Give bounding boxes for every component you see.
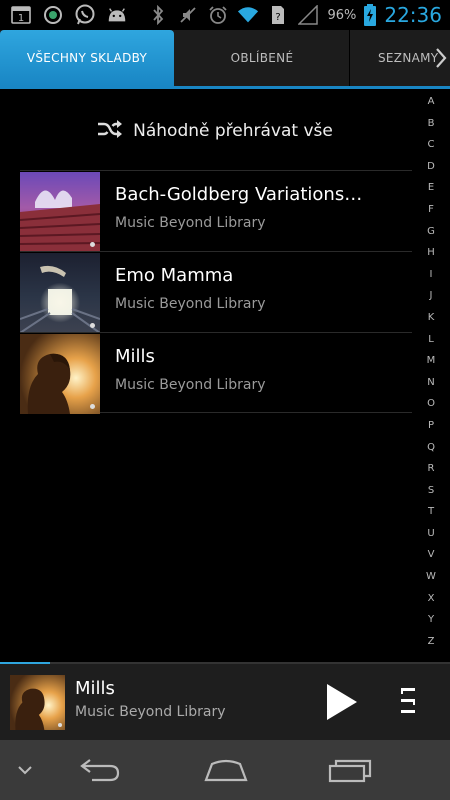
tab-bar: VŠECHNY SKLADBY OBLÍBENÉ SEZNAMY bbox=[0, 30, 450, 86]
song-row[interactable]: Emo Mamma Music Beyond Library bbox=[20, 251, 412, 333]
navigation-bar bbox=[0, 740, 450, 800]
now-playing-title: Mills bbox=[75, 678, 115, 699]
alphabet-letter[interactable]: D bbox=[418, 159, 444, 181]
svg-text:?: ? bbox=[276, 12, 281, 23]
now-playing-artist: Music Beyond Library bbox=[75, 704, 226, 720]
song-list: Bach-Goldberg Variations… Music Beyond L… bbox=[20, 170, 412, 414]
alphabet-letter[interactable]: M bbox=[418, 353, 444, 375]
shuffle-icon bbox=[97, 119, 123, 143]
sim-icon: ? bbox=[267, 4, 289, 26]
album-dot bbox=[58, 723, 62, 727]
album-art bbox=[20, 253, 100, 333]
alphabet-letter[interactable]: Z bbox=[418, 634, 444, 656]
clock: 22:36 bbox=[384, 3, 442, 27]
tab-all-songs[interactable]: VŠECHNY SKLADBY bbox=[0, 30, 174, 86]
signal-icon bbox=[297, 4, 319, 26]
alphabet-letter[interactable]: S bbox=[418, 483, 444, 505]
alphabet-letter[interactable]: T bbox=[418, 504, 444, 526]
alphabet-letter[interactable]: H bbox=[418, 245, 444, 267]
alphabet-letter[interactable]: O bbox=[418, 396, 444, 418]
alphabet-index[interactable]: ABCDEFGHIJKLMNOPQRSTUVWXYZ bbox=[418, 94, 444, 655]
play-icon[interactable] bbox=[324, 682, 360, 722]
album-dot bbox=[90, 404, 95, 409]
album-dot bbox=[90, 242, 95, 247]
shuffle-label: Náhodně přehrávat vše bbox=[133, 121, 333, 141]
song-row[interactable]: Bach-Goldberg Variations… Music Beyond L… bbox=[20, 170, 412, 252]
alphabet-letter[interactable]: N bbox=[418, 375, 444, 397]
alphabet-letter[interactable]: C bbox=[418, 137, 444, 159]
album-dot bbox=[90, 323, 95, 328]
now-playing-album-art bbox=[10, 675, 65, 730]
song-artist: Music Beyond Library bbox=[115, 215, 266, 231]
chevron-right-icon[interactable] bbox=[434, 46, 448, 74]
battery-percent: 96% bbox=[327, 7, 357, 23]
collapse-icon[interactable] bbox=[10, 740, 40, 800]
alphabet-letter[interactable]: X bbox=[418, 591, 444, 613]
alphabet-letter[interactable]: L bbox=[418, 332, 444, 354]
alphabet-letter[interactable]: V bbox=[418, 547, 444, 569]
song-title: Emo Mamma bbox=[115, 265, 234, 286]
alphabet-letter[interactable]: F bbox=[418, 202, 444, 224]
alphabet-letter[interactable]: P bbox=[418, 418, 444, 440]
alphabet-letter[interactable]: K bbox=[418, 310, 444, 332]
shuffle-all-button[interactable]: Náhodně přehrávat vše bbox=[0, 116, 430, 146]
alphabet-letter[interactable]: Q bbox=[418, 440, 444, 462]
alphabet-letter[interactable]: B bbox=[418, 116, 444, 138]
alphabet-letter[interactable]: I bbox=[418, 267, 444, 289]
alphabet-letter[interactable]: R bbox=[418, 461, 444, 483]
song-title: Bach-Goldberg Variations… bbox=[115, 184, 363, 205]
back-icon[interactable] bbox=[70, 740, 130, 800]
queue-icon[interactable] bbox=[398, 686, 420, 718]
song-row[interactable]: Mills Music Beyond Library bbox=[20, 332, 412, 414]
album-art bbox=[20, 172, 100, 252]
tab-favorites[interactable]: OBLÍBENÉ bbox=[175, 30, 349, 86]
album-art bbox=[20, 334, 100, 414]
status-bar: 1 ? 96% 22:36 bbox=[0, 0, 450, 30]
alphabet-letter[interactable]: W bbox=[418, 569, 444, 591]
home-icon[interactable] bbox=[196, 740, 256, 800]
song-artist: Music Beyond Library bbox=[115, 377, 266, 393]
recents-icon[interactable] bbox=[320, 740, 380, 800]
tab-underline bbox=[0, 86, 450, 89]
song-title: Mills bbox=[115, 346, 155, 367]
now-playing-bar[interactable]: Mills Music Beyond Library bbox=[0, 664, 450, 740]
alphabet-letter[interactable]: Y bbox=[418, 612, 444, 634]
mute-icon bbox=[177, 4, 199, 26]
alphabet-letter[interactable]: E bbox=[418, 180, 444, 202]
whatsapp-icon bbox=[74, 4, 96, 26]
android-icon bbox=[106, 4, 128, 26]
alphabet-letter[interactable]: G bbox=[418, 224, 444, 246]
song-artist: Music Beyond Library bbox=[115, 296, 266, 312]
alphabet-letter[interactable]: U bbox=[418, 526, 444, 548]
notification-badge: 1 bbox=[18, 13, 24, 24]
alphabet-letter[interactable]: A bbox=[418, 94, 444, 116]
alarm-icon bbox=[207, 4, 229, 26]
alphabet-letter[interactable]: J bbox=[418, 288, 444, 310]
screenshot-count-icon: 1 bbox=[10, 4, 32, 26]
app-icon bbox=[42, 4, 64, 26]
battery-charging-icon bbox=[364, 4, 377, 26]
wifi-icon bbox=[237, 4, 259, 26]
bluetooth-icon bbox=[147, 4, 169, 26]
